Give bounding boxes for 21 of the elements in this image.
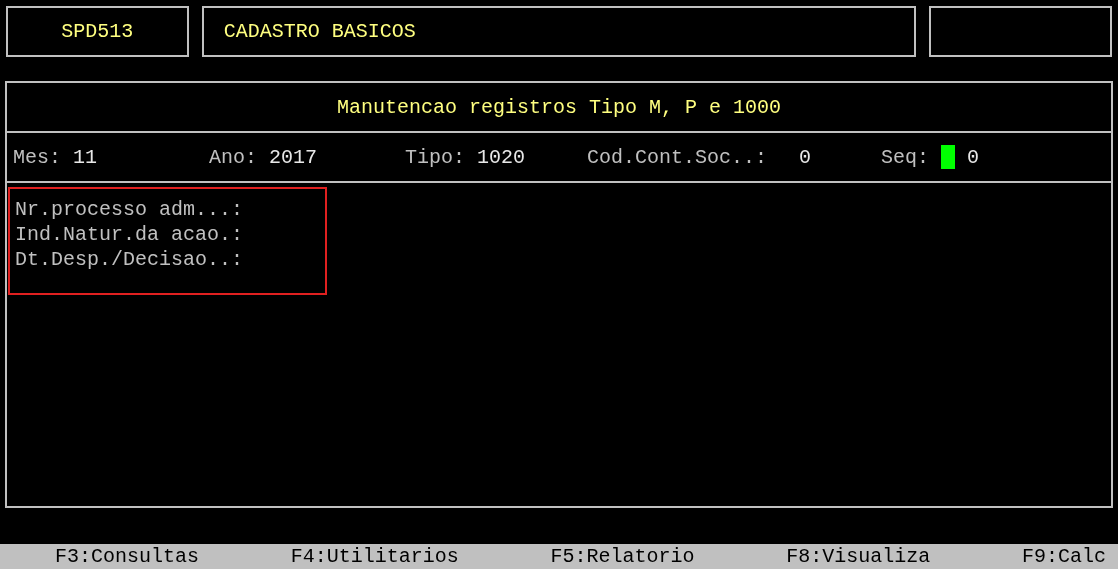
field-value: 11 <box>73 144 98 170</box>
function-key[interactable]: F8:Visualiza <box>786 544 931 569</box>
field-label: Mes: <box>13 144 61 170</box>
field-value: 2017 <box>269 144 318 170</box>
field-value: 1020 <box>477 144 526 170</box>
program-code: SPD513 <box>61 19 134 44</box>
field-label: Cod.Cont.Soc..: <box>587 144 768 170</box>
form-label: Ind.Natur.da acao.: <box>15 222 245 247</box>
function-key[interactable]: F5:Relatorio <box>550 544 695 569</box>
field-label: Ano: <box>209 144 257 170</box>
screen-title: CADASTRO BASICOS <box>223 19 416 44</box>
form-label: Dt.Desp./Decisao..: <box>15 247 245 272</box>
field-value: 0 <box>967 144 980 170</box>
field-label: Tipo: <box>405 144 465 170</box>
function-key[interactable]: F3:Consultas <box>55 544 200 569</box>
panel-title: Manutencao registros Tipo M, P e 1000 <box>336 94 782 120</box>
function-key[interactable]: F9:Calc <box>1021 544 1106 569</box>
field-value: 0 <box>799 144 812 170</box>
field-label: Seq: <box>881 144 929 170</box>
function-key[interactable]: F4:Utilitarios <box>290 544 459 569</box>
form-label: Nr.processo adm...: <box>15 197 245 222</box>
